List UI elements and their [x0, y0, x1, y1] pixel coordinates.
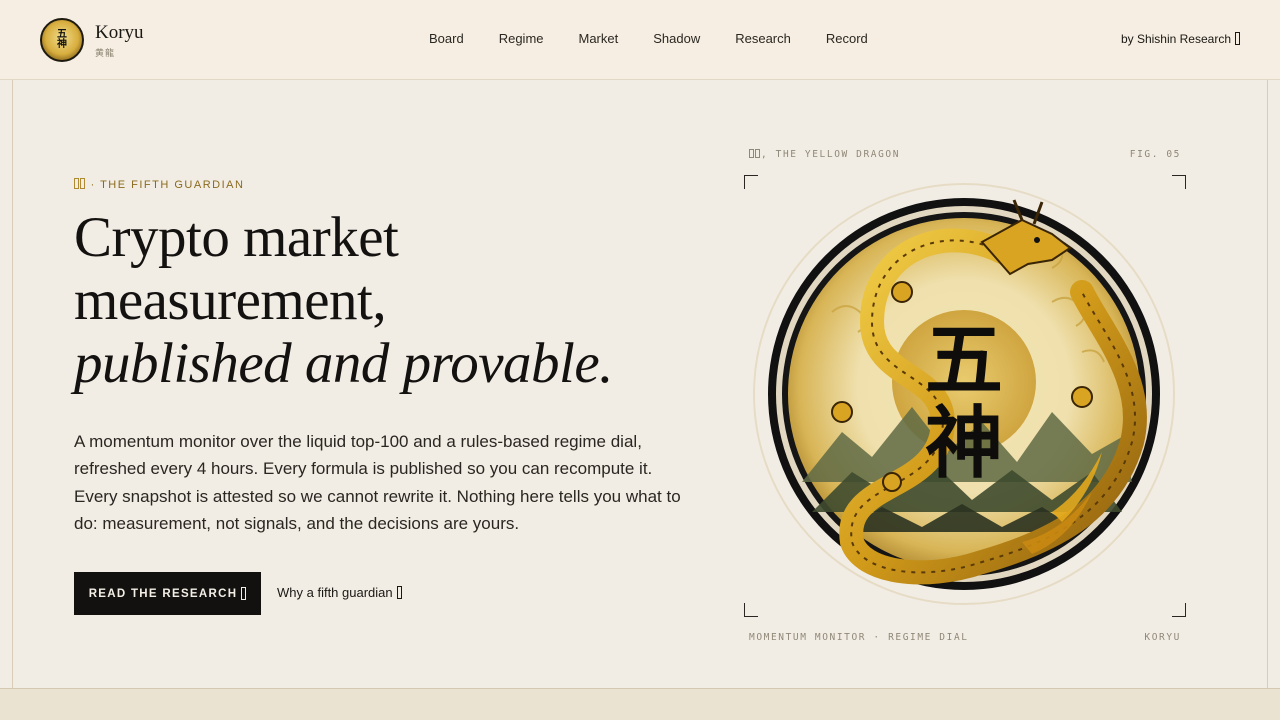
emblem-char-2: 神 — [925, 398, 1003, 489]
hero-headline: Crypto market measurement, published and… — [74, 206, 694, 395]
arrow-glyph-icon — [241, 587, 247, 600]
site-header: 五神 Koryu 黄龍 Board Regime Market Shadow R… — [0, 0, 1280, 80]
nav-board[interactable]: Board — [429, 31, 464, 47]
nav-record[interactable]: Record — [826, 31, 868, 47]
fifth-guardian-link[interactable]: Why a fifth guardian — [277, 585, 402, 601]
frame-line-right — [1267, 80, 1268, 688]
five-gods-seal-icon: 五神 — [40, 18, 84, 62]
glyph-icon — [749, 149, 754, 158]
hero-lede: A momentum monitor over the liquid top-1… — [74, 432, 681, 533]
main-nav: Board Regime Market Shadow Research Reco… — [429, 31, 903, 47]
figure-caption-text: , THE YELLOW DRAGON — [761, 149, 901, 160]
brand-name: Koryu — [95, 21, 144, 43]
headline-italic: published and provable. — [74, 332, 613, 395]
headline-line-2: measurement, — [74, 269, 387, 332]
arrow-glyph-icon — [396, 586, 402, 599]
logo-link[interactable]: 五神 Koryu 黄龍 — [40, 18, 144, 62]
frame-line-left — [12, 80, 13, 688]
bottom-section-edge — [0, 688, 1280, 720]
figure-number: FIG. 05 — [1129, 149, 1181, 160]
eyebrow-text: · THE FIFTH GUARDIAN — [90, 179, 245, 191]
read-research-button[interactable]: READ THE RESEARCH — [74, 572, 261, 615]
byline-link[interactable]: by Shishin Research — [1121, 31, 1240, 47]
byline-text: by Shishin Research — [1120, 32, 1231, 46]
headline-line-1: Crypto market — [74, 206, 399, 269]
fifth-guardian-label: Why a fifth guardian — [277, 585, 393, 600]
figure-caption-bottom-right: KORYU — [1144, 632, 1181, 643]
figure-caption-top-left: , THE YELLOW DRAGON — [749, 149, 900, 161]
logo-text: Koryu 黄龍 — [95, 22, 144, 59]
logo-chars: 五神 — [57, 29, 67, 50]
arrow-glyph-icon — [1235, 32, 1240, 45]
hero-eyebrow: · THE FIFTH GUARDIAN — [74, 178, 244, 192]
glyph-icon — [755, 149, 760, 158]
nav-regime[interactable]: Regime — [499, 31, 544, 47]
glyph-icon — [80, 178, 85, 189]
read-research-label: READ THE RESEARCH — [88, 587, 238, 600]
brand-subtitle: 黄龍 — [95, 48, 116, 59]
emblem-char-1: 五 — [925, 315, 1003, 406]
nav-shadow[interactable]: Shadow — [653, 31, 700, 47]
nav-research[interactable]: Research — [735, 31, 791, 47]
yellow-dragon-emblem-icon: 五 神 — [753, 183, 1175, 605]
figure-caption-bottom-left: MOMENTUM MONITOR · REGIME DIAL — [749, 632, 969, 643]
glyph-icon — [74, 178, 79, 189]
nav-market[interactable]: Market — [579, 31, 619, 47]
